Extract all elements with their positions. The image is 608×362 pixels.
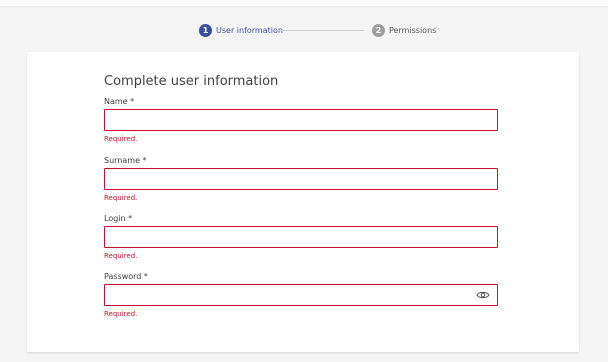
password-label: Password * bbox=[104, 272, 148, 281]
name-input[interactable] bbox=[104, 109, 498, 131]
login-input[interactable] bbox=[104, 226, 498, 248]
surname-error: Required. bbox=[104, 194, 138, 202]
step-1-label[interactable]: User information bbox=[216, 25, 283, 36]
password-input[interactable] bbox=[104, 284, 498, 306]
eye-icon[interactable] bbox=[476, 290, 490, 300]
name-error: Required. bbox=[104, 135, 138, 143]
login-label: Login * bbox=[104, 214, 133, 223]
login-error: Required. bbox=[104, 252, 138, 260]
step-2-indicator[interactable]: 2 bbox=[372, 24, 385, 37]
step-1-indicator[interactable]: 1 bbox=[199, 24, 212, 37]
name-label: Name * bbox=[104, 97, 135, 106]
step-connector bbox=[275, 30, 364, 31]
top-bar bbox=[0, 0, 608, 7]
password-error: Required. bbox=[104, 310, 138, 318]
form-title: Complete user information bbox=[104, 74, 279, 89]
stepper: 1 User information 2 Permissions bbox=[0, 24, 608, 40]
surname-label: Surname * bbox=[104, 156, 147, 165]
surname-input[interactable] bbox=[104, 168, 498, 190]
step-2-label[interactable]: Permissions bbox=[389, 25, 436, 36]
user-info-card: Complete user information Name * Require… bbox=[27, 52, 579, 352]
